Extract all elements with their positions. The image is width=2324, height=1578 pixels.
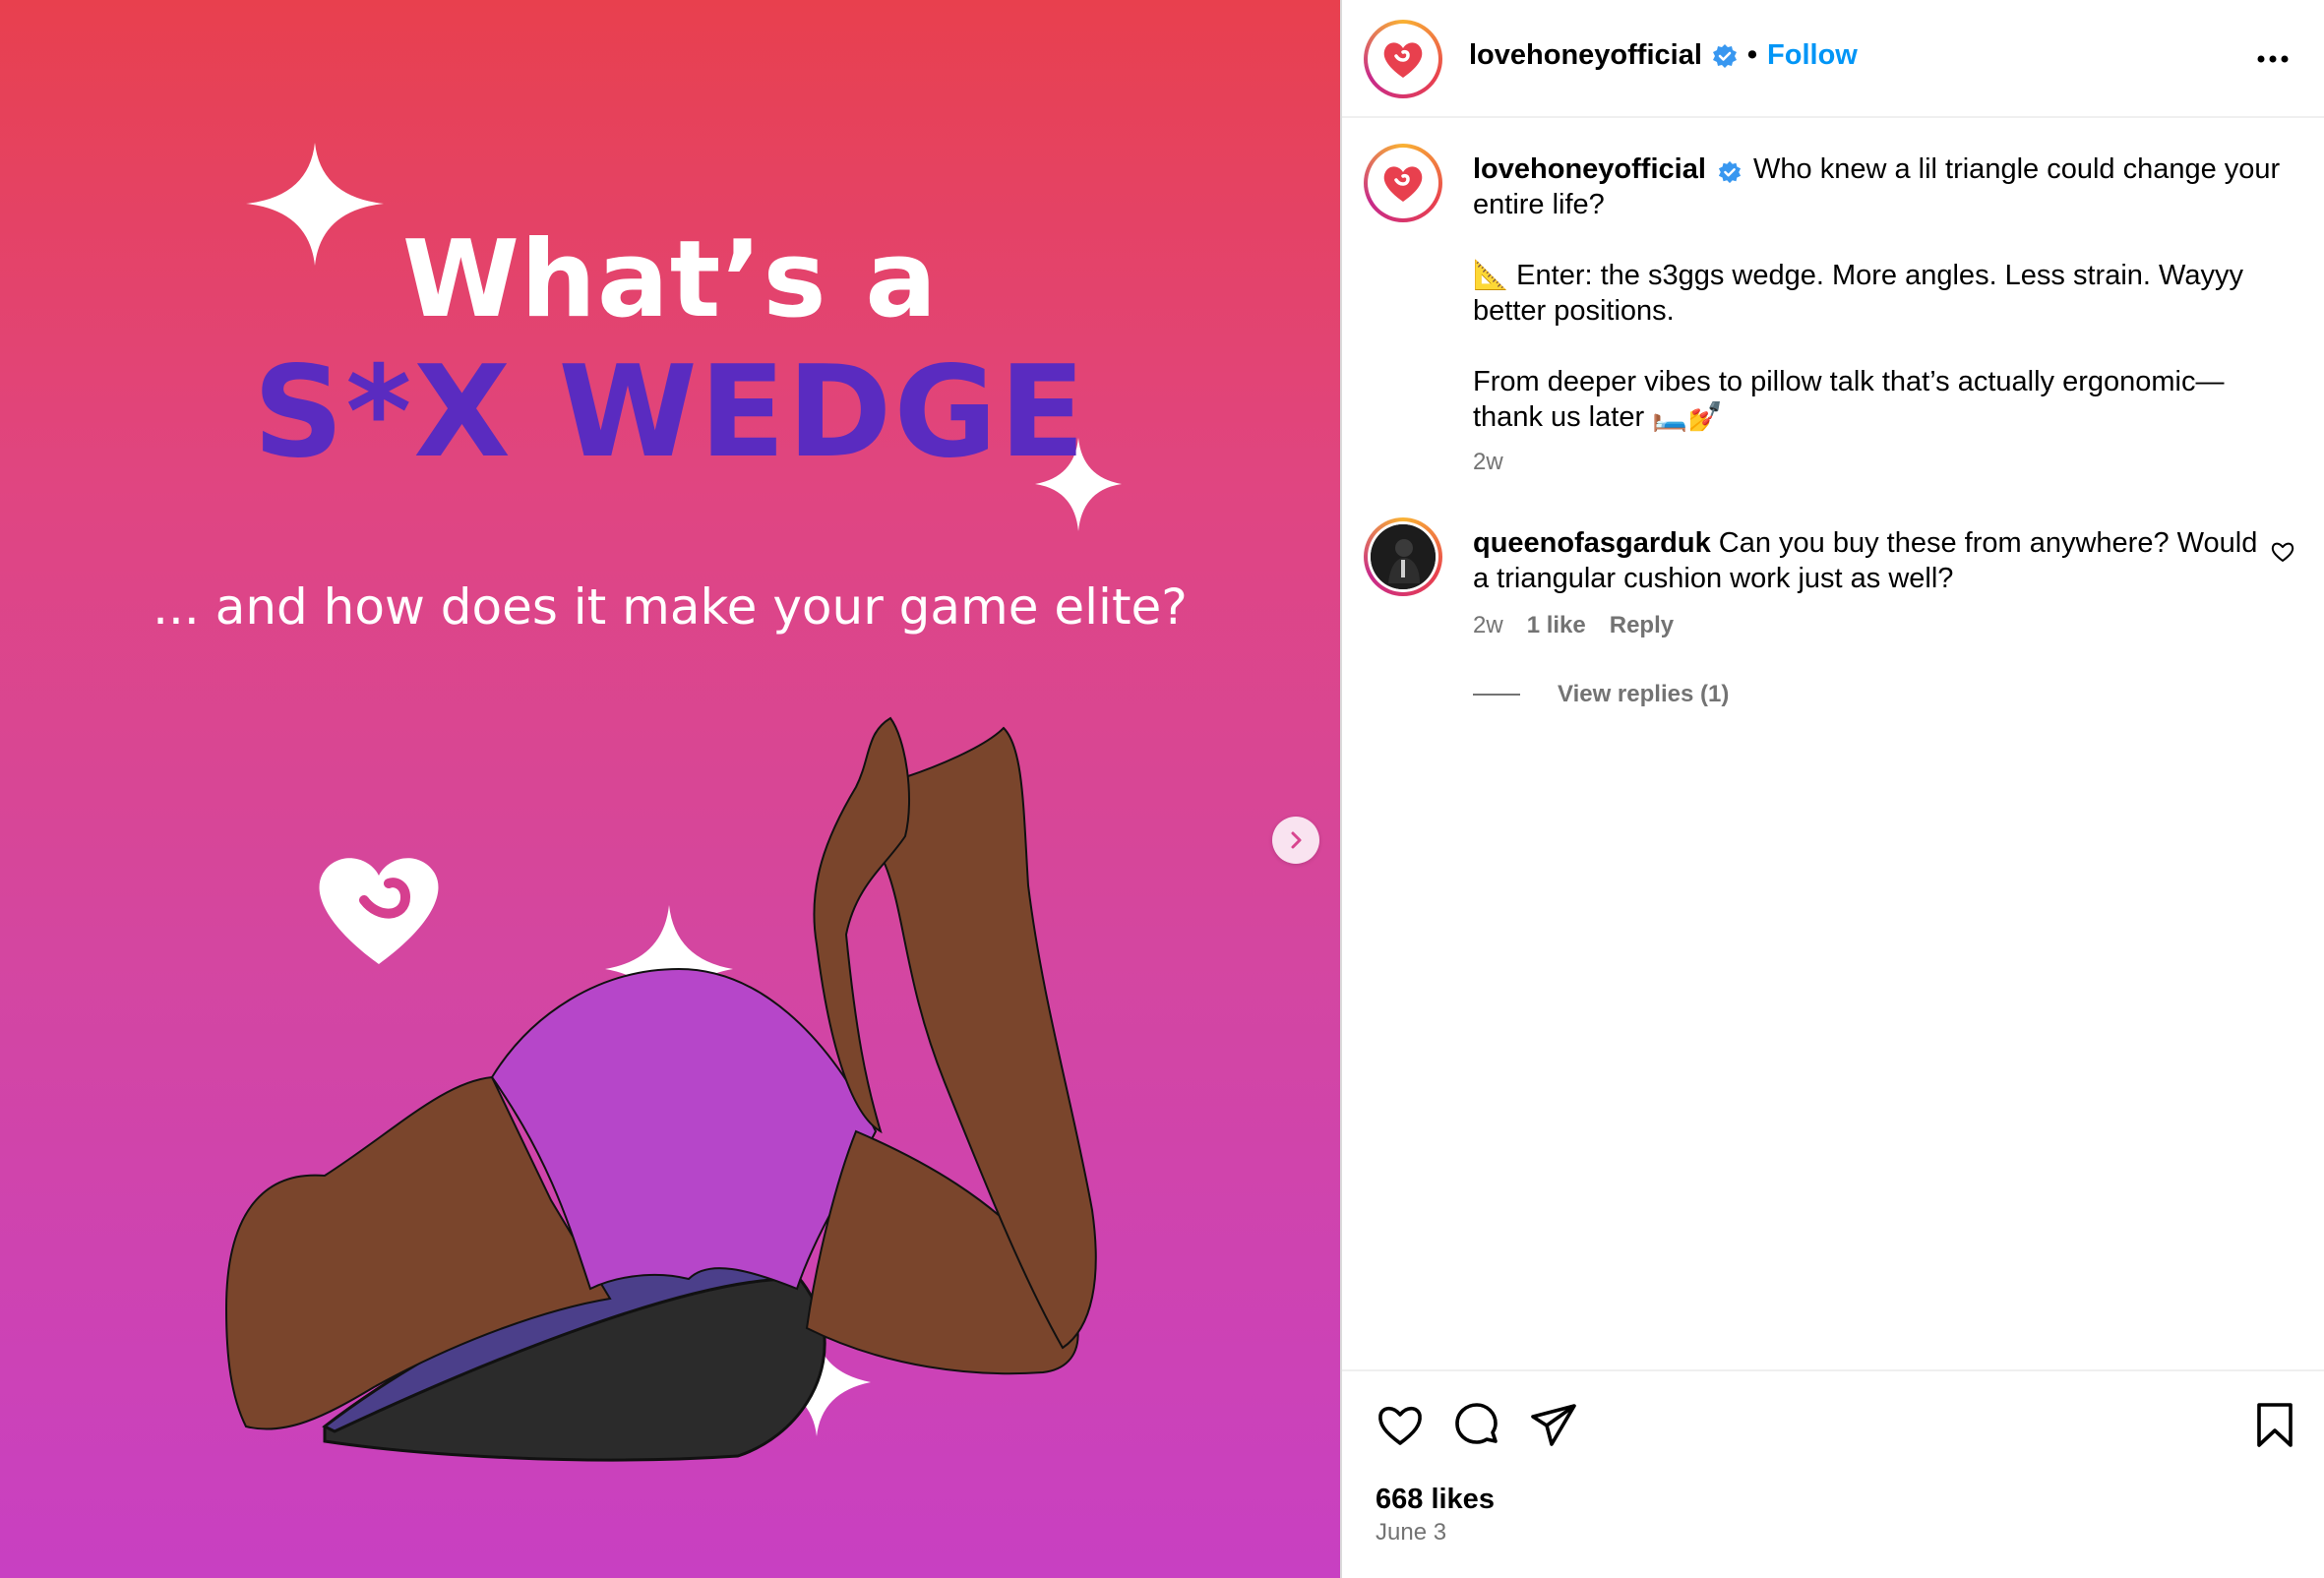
comment-line: a triangular cushion work just as well? [1473,563,1954,594]
caption-line: entire life? [1473,189,1605,220]
comment-timestamp[interactable]: 2w [1473,612,1503,639]
caption-line: Who knew a lil triangle could change you… [1753,153,2281,185]
comment-likes[interactable]: 1 like [1527,612,1586,639]
header-username[interactable]: lovehoneyofficial [1469,39,1702,72]
post-header: lovehoneyofficial • Follow [1342,0,2324,118]
comment-button[interactable] [1452,1401,1501,1455]
like-button[interactable] [1376,1401,1425,1455]
view-replies-button[interactable]: View replies (1) [1473,681,1729,708]
comment-meta: 2w 1 like Reply [1473,612,1674,639]
share-button[interactable] [1529,1401,1578,1455]
caption-line: From deeper vibes to pillow talk that’s … [1473,366,2225,397]
commenter-avatar[interactable] [1364,517,1442,596]
follow-button[interactable]: Follow [1767,39,1858,72]
heart-outline-icon [2271,542,2294,562]
post-image: What’s a S*X WEDGE ... and how does it m… [0,0,1340,1578]
avatar[interactable] [1364,20,1442,98]
post-date[interactable]: June 3 [1376,1519,1446,1547]
post-sidebar: lovehoneyofficial • Follow lovehoneyoffi… [1342,0,2324,1578]
more-horizontal-icon [2257,55,2289,63]
replies-line [1473,694,1520,696]
caption-line: thank us later 🛏️💅 [1473,401,1724,433]
lovehoney-heart-logo [1383,42,1423,78]
headline-text: What’s a [401,218,939,341]
like-count[interactable]: 668 likes [1376,1484,1495,1516]
caption-username[interactable]: lovehoneyofficial [1473,153,1706,185]
caption-body: lovehoneyofficial Who knew a lil triangl… [1473,152,2299,435]
verified-badge-icon [1712,43,1737,68]
next-slide-button[interactable] [1272,817,1319,864]
caption-avatar[interactable] [1364,144,1442,222]
caption-line: better positions. [1473,295,1675,327]
bookmark-icon [2257,1403,2293,1447]
heart-icon [1378,1406,1422,1445]
reply-button[interactable]: Reply [1610,612,1674,639]
save-button[interactable] [2253,1401,2296,1455]
post-actions: 668 likes June 3 [1342,1369,2324,1578]
comment-username[interactable]: queenofasgarduk [1473,527,1711,559]
caption-timestamp[interactable]: 2w [1473,449,1503,476]
caption-line: 📐 Enter: the s3ggs wedge. More angles. L… [1473,260,2243,291]
separator-dot: • [1746,39,1758,71]
chevron-right-icon [1291,831,1302,849]
view-replies-label: View replies (1) [1558,681,1730,707]
comment-like-button[interactable] [2270,539,2295,570]
headline-emphasis: S*X WEDGE [253,339,1087,486]
verified-badge-icon [1718,160,1742,183]
brand-heart-logo [319,858,439,964]
comment-icon [1455,1403,1498,1444]
send-icon [1531,1404,1576,1446]
commenter-photo [1371,524,1436,589]
subheadline-text: ... and how does it make your game elite… [153,578,1188,636]
comment-line: Can you buy these from anywhere? Would [1718,527,2258,559]
more-options-button[interactable] [2253,44,2293,79]
comment-body: queenofasgarduk Can you buy these from a… [1473,525,2260,596]
lovehoney-heart-logo [1383,166,1423,202]
